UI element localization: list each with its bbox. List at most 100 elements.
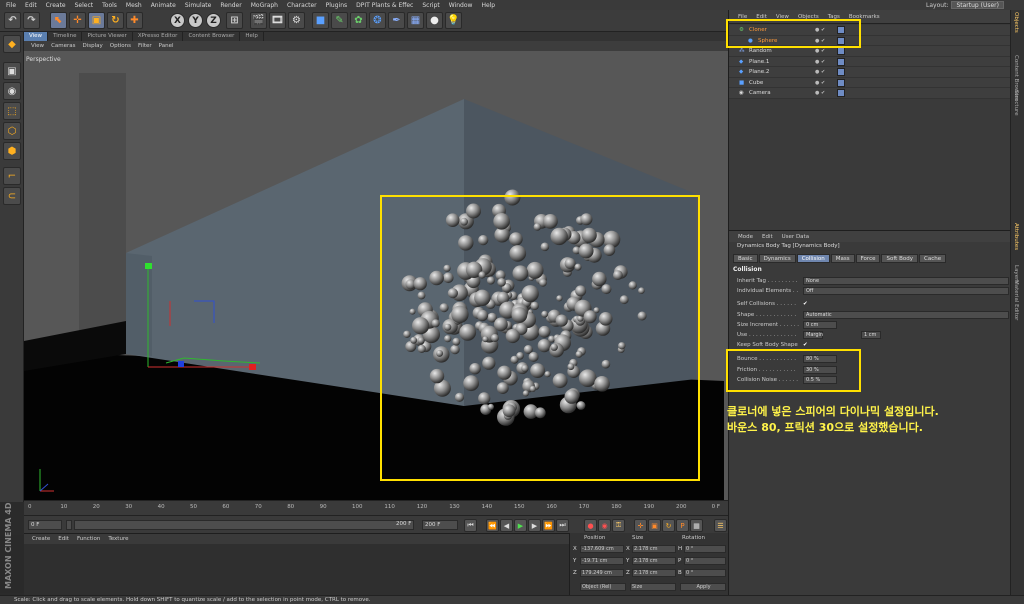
- z-axis-lock-icon[interactable]: Z: [206, 13, 221, 28]
- am-menu-edit[interactable]: Edit: [762, 234, 773, 240]
- object-tag-icon[interactable]: [837, 47, 845, 55]
- key-rotation-icon[interactable]: ↻: [662, 519, 675, 532]
- prev-frame-icon[interactable]: ◀: [500, 519, 513, 532]
- camera-icon[interactable]: ●: [426, 12, 443, 29]
- tab-collision[interactable]: Collision: [796, 254, 830, 263]
- menu-animate[interactable]: Animate: [151, 2, 176, 9]
- object-tag-icon[interactable]: [837, 78, 845, 87]
- prop-value-field[interactable]: Margin: [803, 331, 823, 339]
- menu-character[interactable]: Character: [287, 2, 317, 9]
- prop-checkbox[interactable]: ✔: [803, 301, 808, 307]
- tab-cache[interactable]: Cache: [918, 254, 947, 263]
- tab-timeline[interactable]: Timeline: [48, 32, 83, 41]
- axis-mode-icon[interactable]: ⌐: [3, 167, 21, 185]
- recent-tool-icon[interactable]: ✚: [126, 12, 143, 29]
- material-menu-create[interactable]: Create: [32, 536, 50, 542]
- tab-xpresso-editor[interactable]: XPresso Editor: [133, 32, 184, 41]
- tab-soft-body[interactable]: Soft Body: [881, 254, 918, 263]
- undo-icon[interactable]: ↶: [4, 12, 21, 29]
- side-tab-structure[interactable]: Structure: [1013, 90, 1019, 116]
- spline-pen-icon[interactable]: ✎: [331, 12, 348, 29]
- menu-render[interactable]: Render: [220, 2, 241, 9]
- tab-dynamics[interactable]: Dynamics: [758, 254, 796, 263]
- live-selection-icon[interactable]: ⬉: [50, 12, 67, 29]
- play-icon[interactable]: ▶: [514, 519, 527, 532]
- position-field[interactable]: -19.71 cm: [580, 557, 624, 565]
- object-row-cube[interactable]: ■ Cube ● ✔: [729, 77, 1011, 88]
- tab-view[interactable]: View: [24, 32, 49, 41]
- menu-edit[interactable]: Edit: [25, 2, 37, 9]
- texture-mode-icon[interactable]: ◉: [3, 82, 21, 100]
- size-field[interactable]: 2.178 cm: [632, 545, 676, 553]
- prop-value-field[interactable]: 0 cm: [803, 321, 837, 329]
- tab-picture-viewer[interactable]: Picture Viewer: [82, 32, 133, 41]
- redo-icon[interactable]: ↷: [23, 12, 40, 29]
- size-field[interactable]: 2.178 cm: [632, 569, 676, 577]
- light-icon[interactable]: 💡: [445, 12, 462, 29]
- viewport-menu-filter[interactable]: Filter: [138, 43, 152, 49]
- position-field[interactable]: -137.609 cm: [580, 545, 624, 553]
- object-tag-icon[interactable]: [837, 89, 845, 97]
- coordinate-system-icon[interactable]: ⊞: [226, 12, 243, 29]
- keyframe-selection-icon[interactable]: ⚿: [612, 519, 625, 532]
- menu-select[interactable]: Select: [75, 2, 94, 9]
- floor-icon[interactable]: ▦: [407, 12, 424, 29]
- key-position-icon[interactable]: ✛: [634, 519, 647, 532]
- object-row-plane-1[interactable]: ◆ Plane.1 ● ✔: [729, 56, 1011, 67]
- menu-mesh[interactable]: Mesh: [126, 2, 142, 9]
- deformer-icon[interactable]: ✒: [388, 12, 405, 29]
- key-scale-icon[interactable]: ▣: [648, 519, 661, 532]
- render-picture-viewer-icon[interactable]: 🎞: [269, 12, 286, 29]
- x-axis-lock-icon[interactable]: X: [170, 13, 185, 28]
- prev-key-icon[interactable]: ⏪: [486, 519, 499, 532]
- side-tab-objects[interactable]: Objects: [1013, 12, 1019, 33]
- layout-dropdown[interactable]: Startup (User): [951, 1, 1004, 9]
- am-menu-user-data[interactable]: User Data: [782, 234, 809, 240]
- menu-help[interactable]: Help: [481, 2, 495, 9]
- range-start-marker[interactable]: [66, 520, 72, 530]
- prop-value-field[interactable]: None: [803, 277, 1009, 285]
- autokey-icon[interactable]: ◉: [598, 519, 611, 532]
- prop-value-field[interactable]: Off: [803, 287, 1009, 295]
- menu-dpit-plants-effec[interactable]: DPIT Plants & Effec: [356, 2, 413, 9]
- edges-mode-icon[interactable]: ⬡: [3, 122, 21, 140]
- polygons-mode-icon[interactable]: ⬢: [3, 142, 21, 160]
- object-row-plane-2[interactable]: ◆ Plane.2 ● ✔: [729, 67, 1011, 78]
- rotation-field[interactable]: 0 °: [684, 557, 726, 565]
- apply-button[interactable]: Apply: [680, 583, 726, 591]
- move-icon[interactable]: ✛: [69, 12, 86, 29]
- next-frame-icon[interactable]: ▶: [528, 519, 541, 532]
- next-key-icon[interactable]: ⏩: [542, 519, 555, 532]
- viewport-menu-display[interactable]: Display: [83, 43, 103, 49]
- menu-window[interactable]: Window: [449, 2, 473, 9]
- visibility-dots-icon[interactable]: ● ✔: [815, 90, 825, 96]
- material-menu-texture[interactable]: Texture: [108, 536, 128, 542]
- visibility-dots-icon[interactable]: ● ✔: [815, 69, 825, 75]
- tab-mass[interactable]: Mass: [830, 254, 855, 263]
- render-settings-icon[interactable]: ⚙: [288, 12, 305, 29]
- rotation-field[interactable]: 0 °: [684, 569, 726, 577]
- subdivision-icon[interactable]: ✿: [350, 12, 367, 29]
- cube-primitive-icon[interactable]: ■: [312, 12, 329, 29]
- key-pla-icon[interactable]: ▦: [690, 519, 703, 532]
- model-mode-icon[interactable]: ▣: [3, 62, 21, 80]
- viewport-menu-panel[interactable]: Panel: [159, 43, 174, 49]
- am-menu-mode[interactable]: Mode: [738, 234, 753, 240]
- object-row-camera[interactable]: ◉ Camera ● ✔: [729, 88, 1011, 99]
- menu-file[interactable]: File: [6, 2, 16, 9]
- size-field[interactable]: 2.178 cm: [632, 557, 676, 565]
- tab-force[interactable]: Force: [855, 254, 881, 263]
- viewport-menu-options[interactable]: Options: [110, 43, 131, 49]
- 3d-viewport[interactable]: Perspective: [24, 51, 728, 500]
- material-menu-function[interactable]: Function: [77, 536, 100, 542]
- rotation-field[interactable]: 0 °: [684, 545, 726, 553]
- menu-mograph[interactable]: MoGraph: [251, 2, 278, 9]
- visibility-dots-icon[interactable]: ● ✔: [815, 80, 825, 86]
- current-frame-field[interactable]: 0 F: [28, 520, 62, 530]
- y-axis-lock-icon[interactable]: Y: [188, 13, 203, 28]
- layout-selector[interactable]: Layout: Startup (User): [926, 0, 1004, 10]
- side-tab-material-editor[interactable]: Material Editor: [1013, 280, 1019, 320]
- visibility-dots-icon[interactable]: ● ✔: [815, 59, 825, 65]
- key-param-icon[interactable]: P: [676, 519, 689, 532]
- make-editable-icon[interactable]: ◆: [3, 35, 21, 53]
